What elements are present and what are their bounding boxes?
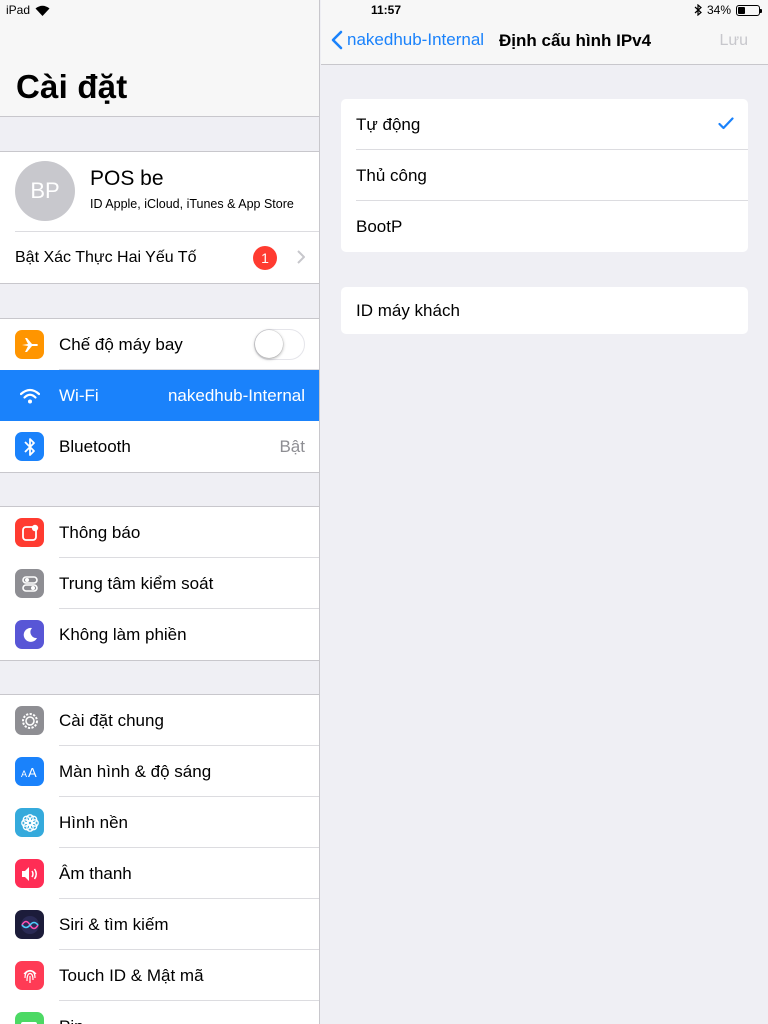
battery-icon	[15, 1012, 44, 1024]
notifications-icon	[15, 518, 44, 547]
chevron-right-icon	[297, 250, 305, 264]
page-title: Cài đặt	[16, 68, 128, 105]
sidebar-item-battery[interactable]: Pin	[0, 1001, 319, 1024]
sidebar-item-wifi[interactable]: Wi-Fi nakedhub-Internal	[0, 370, 319, 421]
chevron-left-icon	[331, 30, 343, 50]
profile-name: POS be	[90, 167, 164, 190]
status-right: 34%	[694, 3, 762, 17]
sidebar-item-label: Siri & tìm kiếm	[59, 915, 169, 934]
bluetooth-status-value: Bật	[279, 437, 305, 456]
battery-fill	[738, 6, 745, 14]
sidebar-item-touch-id[interactable]: Touch ID & Mật mã	[0, 950, 319, 1001]
sidebar-item-label: Màn hình & độ sáng	[59, 762, 212, 781]
sidebar-item-wallpaper[interactable]: Hình nền	[0, 797, 319, 848]
airplane-icon	[15, 330, 44, 359]
sidebar-item-label: Wi-Fi	[59, 386, 99, 405]
bluetooth-status-icon	[694, 4, 702, 16]
option-label: Tự động	[356, 115, 421, 134]
fingerprint-icon	[15, 961, 44, 990]
notifications-group: Thông báo Trung tâm kiểm soát Không làm …	[0, 506, 319, 661]
wallpaper-icon	[15, 808, 44, 837]
sidebar-item-label: Cài đặt chung	[59, 711, 164, 730]
two-factor-label: Bật Xác Thực Hai Yếu Tố	[15, 249, 197, 266]
control-center-icon	[15, 569, 44, 598]
sidebar-item-label: Không làm phiền	[59, 625, 187, 644]
sidebar-item-bluetooth[interactable]: Bluetooth Bật	[0, 421, 319, 472]
sidebar-item-airplane-mode[interactable]: Chế độ máy bay	[0, 319, 319, 370]
back-button-label: nakedhub-Internal	[347, 30, 485, 49]
clock: 11:57	[370, 3, 402, 17]
sidebar-item-siri[interactable]: Siri & tìm kiếm	[0, 899, 319, 950]
svg-text:A: A	[28, 765, 37, 779]
battery-indicator-icon	[736, 4, 762, 16]
page-title: Định cấu hình IPv4	[499, 31, 652, 50]
ipv4-mode-options: Tự động Thủ công BootP	[341, 99, 748, 252]
general-group: Cài đặt chung AA Màn hình & độ sáng Hình…	[0, 694, 319, 1024]
airplane-mode-toggle[interactable]	[254, 329, 305, 360]
svg-text:A: A	[21, 769, 27, 779]
profile-group: BP POS be ID Apple, iCloud, iTunes & App…	[0, 151, 319, 284]
status-bar: iPad 11:57 34%	[0, 0, 768, 20]
client-id-group: ID máy khách	[341, 287, 748, 334]
sidebar-item-label: Thông báo	[59, 523, 141, 542]
sidebar-item-general[interactable]: Cài đặt chung	[0, 695, 319, 746]
wifi-icon	[15, 381, 44, 410]
connectivity-group: Chế độ máy bay Wi-Fi nakedhub-Internal B…	[0, 318, 319, 473]
sidebar-item-display-brightness[interactable]: AA Màn hình & độ sáng	[0, 746, 319, 797]
avatar: BP	[15, 161, 75, 221]
bluetooth-icon	[15, 432, 44, 461]
sidebar-item-do-not-disturb[interactable]: Không làm phiền	[0, 609, 319, 660]
gear-icon	[15, 706, 44, 735]
client-id-label: ID máy khách	[356, 301, 460, 320]
profile-subtitle: ID Apple, iCloud, iTunes & App Store	[90, 197, 294, 211]
moon-icon	[15, 620, 44, 649]
option-manual[interactable]: Thủ công	[341, 150, 748, 201]
detail-pane: nakedhub-Internal Định cấu hình IPv4 Lưu…	[321, 0, 768, 1024]
back-button[interactable]: nakedhub-Internal	[331, 30, 484, 50]
client-id-field[interactable]: ID máy khách	[341, 287, 748, 334]
option-automatic[interactable]: Tự động	[341, 99, 748, 150]
speaker-icon	[15, 859, 44, 888]
toggle-knob	[255, 330, 283, 358]
apple-id-profile[interactable]: BP POS be ID Apple, iCloud, iTunes & App…	[0, 152, 319, 232]
sidebar-item-label: Touch ID & Mật mã	[59, 966, 204, 985]
save-button[interactable]: Lưu	[719, 32, 748, 50]
wifi-network-value: nakedhub-Internal	[167, 386, 305, 405]
display-brightness-icon: AA	[15, 757, 44, 786]
option-label: Thủ công	[356, 166, 427, 185]
notification-badge: 1	[253, 246, 277, 270]
sidebar-item-label: Pin	[59, 1001, 84, 1024]
checkmark-icon	[718, 117, 734, 130]
option-bootp[interactable]: BootP	[341, 201, 748, 252]
sidebar-item-sounds[interactable]: Âm thanh	[0, 848, 319, 899]
settings-sidebar: Cài đặt BP POS be ID Apple, iCloud, iTun…	[0, 0, 320, 1024]
sidebar-item-label: Âm thanh	[59, 864, 132, 883]
sidebar-item-label: Hình nền	[59, 813, 128, 832]
siri-icon	[15, 910, 44, 939]
sidebar-item-label: Chế độ máy bay	[59, 335, 183, 354]
sidebar-item-control-center[interactable]: Trung tâm kiểm soát	[0, 558, 319, 609]
sidebar-item-label: Trung tâm kiểm soát	[59, 574, 214, 593]
sidebar-item-label: Bluetooth	[59, 437, 131, 456]
sidebar-item-notifications[interactable]: Thông báo	[0, 507, 319, 558]
battery-percentage: 34%	[706, 3, 731, 17]
option-label: BootP	[356, 217, 403, 236]
two-factor-row[interactable]: Bật Xác Thực Hai Yếu Tố 1	[0, 232, 319, 283]
